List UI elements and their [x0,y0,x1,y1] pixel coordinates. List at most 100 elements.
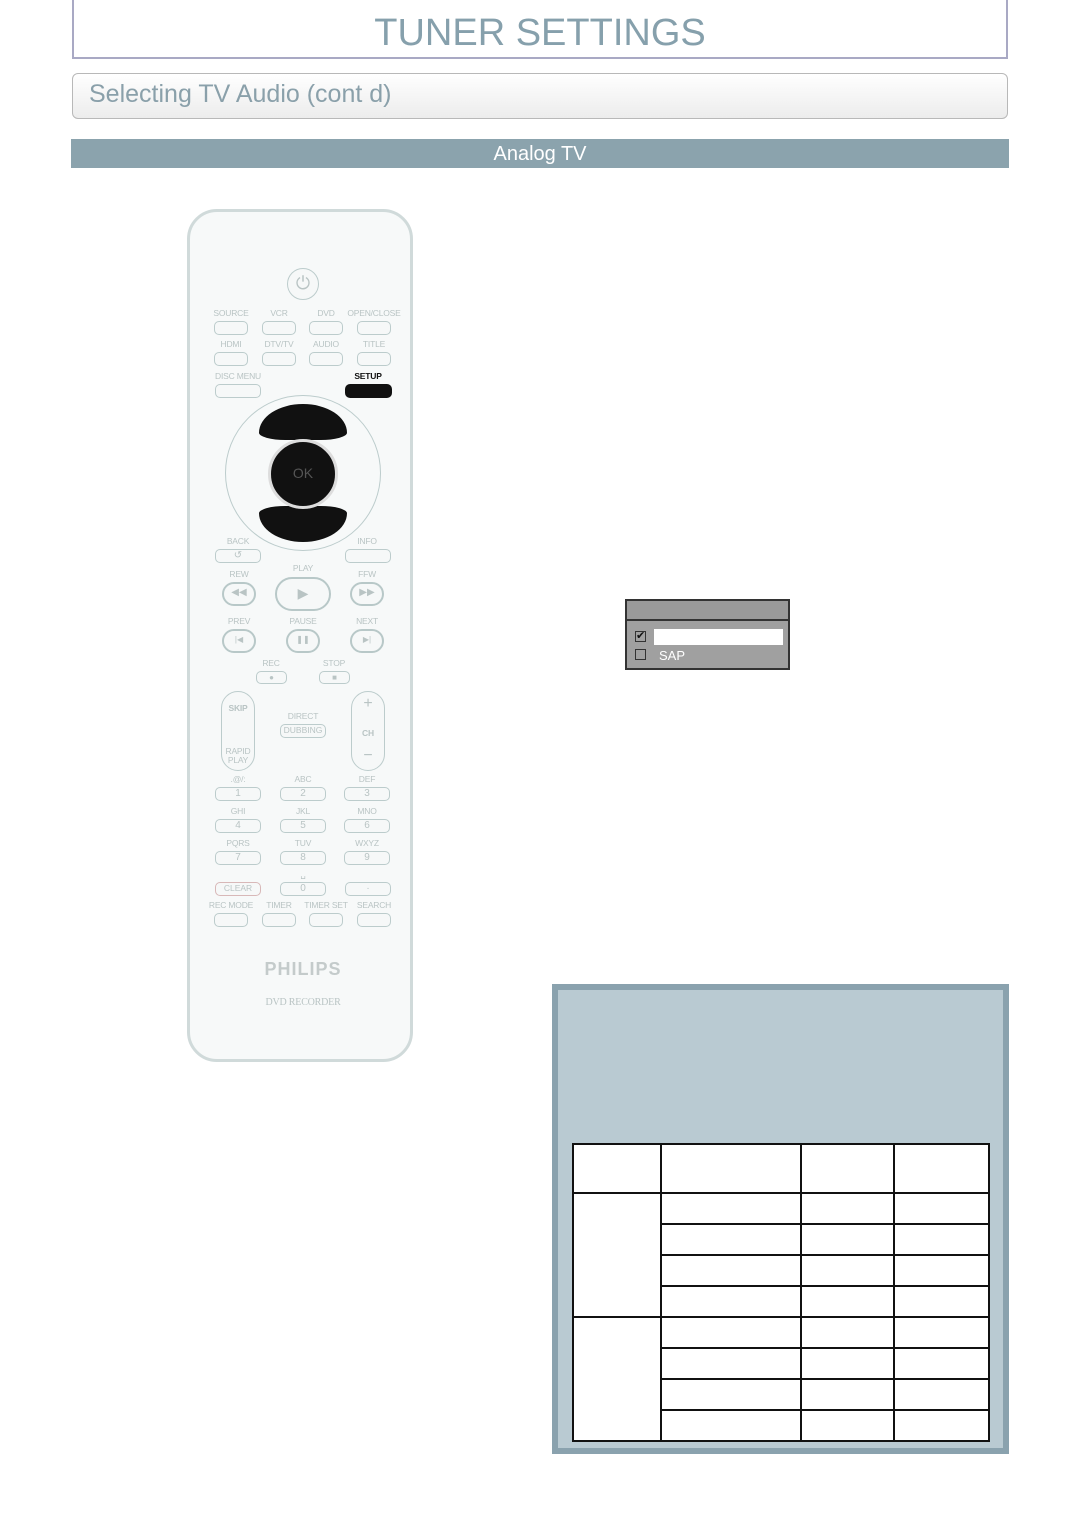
button-2[interactable] [309,321,343,335]
rew-button[interactable]: ◀◀ [222,582,256,606]
label-rec: REC [262,658,280,668]
bottom-button-2[interactable] [309,913,343,927]
space-icon: ␣ [300,869,306,879]
label-bottom-1: TIMER [266,900,292,910]
ffw-button[interactable]: ▶▶ [350,582,384,606]
table-cell [800,1192,895,1225]
clear-button[interactable]: CLEAR [215,882,261,896]
table-cell [800,1223,895,1256]
next-button[interactable]: ▶| [350,629,384,653]
back-button[interactable]: ↺ [215,549,261,563]
table-cell [800,1254,895,1287]
table-cell [572,1192,662,1318]
button-row2-1[interactable] [262,352,296,366]
info-button[interactable] [345,549,391,563]
label-direct: DIRECT [287,711,319,721]
table-cell [893,1285,990,1318]
label-play: PLAY [292,563,314,573]
bottom-button-3[interactable] [357,913,391,927]
info-panel [552,984,1009,1454]
table-cell [800,1409,895,1442]
prev-button[interactable]: |◀ [222,629,256,653]
number-9-button[interactable]: 9 [344,851,390,865]
table-cell [660,1347,802,1380]
rec-button[interactable]: ● [256,671,287,684]
label-next: NEXT [356,616,378,626]
label-keypad-8: TUV [294,838,312,848]
table-cell [800,1378,895,1411]
number-8-button[interactable]: 8 [280,851,326,865]
label-stop: STOP [322,658,346,668]
play-button[interactable]: ▶ [275,577,331,611]
button-3[interactable] [357,321,391,335]
table-cell [893,1316,990,1349]
table-cell [893,1254,990,1287]
label-row2-1: DTV/TV [264,339,294,349]
remote-control-illustration: ⏻ SOURCE HDMI VCR DTV/TV DVD AUDIO OPEN/CLOSE TI… [187,209,413,1062]
setup-button[interactable] [345,384,392,398]
number-4-button[interactable]: 4 [215,819,261,833]
section-subtitle: Selecting TV Audio (cont d) [89,80,392,108]
table-cell [660,1192,802,1225]
bottom-button-0[interactable] [214,913,248,927]
label-vcr: VCR [270,308,288,318]
number-3-button[interactable]: 3 [344,787,390,801]
checkbox-checked-icon[interactable]: ✔ [635,631,646,642]
table-cell [660,1378,802,1411]
label-keypad-9: WXYZ [355,838,379,848]
ok-button[interactable]: OK [268,439,338,509]
button-row2-3[interactable] [357,352,391,366]
pause-button[interactable]: ❚❚ [286,629,320,653]
table-cell [660,1223,802,1256]
number-7-button[interactable]: 7 [215,851,261,865]
button-row2-0[interactable] [214,352,248,366]
label-ffw: FFW [358,569,376,579]
table-cell [660,1316,802,1349]
checkbox-icon[interactable] [635,649,646,660]
audio-menu-osd: ✔ SAP [625,599,790,670]
number-1-button[interactable]: 1 [215,787,261,801]
label-rapid-play: RAPID PLAY [225,746,251,765]
title-box: TUNER SETTINGS [72,0,1008,59]
number-0-button[interactable]: 0 [280,882,326,896]
section-band: Analog TV [71,139,1009,168]
bottom-button-1[interactable] [262,913,296,927]
button-0[interactable] [214,321,248,335]
table-cell [660,1409,802,1442]
number-5-button[interactable]: 5 [280,819,326,833]
table-cell [893,1409,990,1442]
osd-option-1[interactable] [654,629,783,645]
stop-button[interactable]: ■ [319,671,350,684]
table-row [572,1143,990,1194]
label-bottom-0: REC MODE [208,900,254,910]
disc-menu-button[interactable] [215,384,261,398]
dubbing-button[interactable]: DUBBING [280,724,326,738]
table-cell [800,1347,895,1380]
table-cell [660,1143,802,1194]
table-cell [572,1143,662,1194]
label-ch: CH [362,728,374,738]
button-1[interactable] [262,321,296,335]
table-cell [660,1285,802,1318]
power-button[interactable]: ⏻ [287,268,319,300]
button-row2-2[interactable] [309,352,343,366]
label-rew: REW [229,569,249,579]
label-row2-2: AUDIO [313,339,339,349]
number-2-button[interactable]: 2 [280,787,326,801]
dot-button[interactable]: · [345,882,391,896]
ch-minus-icon: − [363,747,373,764]
label-row2-0: HDMI [220,339,242,349]
label-skip: SKIP [228,703,248,713]
label-disc-menu: DISC MENU [215,371,261,381]
table-cell [660,1254,802,1287]
label-setup: SETUP [354,371,382,381]
label-dvd: DVD [317,308,335,318]
osd-option-sap[interactable]: SAP [659,648,685,663]
label-source: SOURCE [213,308,249,318]
label-keypad-3: DEF [358,774,376,784]
label-pause: PAUSE [289,616,317,626]
label-info: INFO [357,536,377,546]
brand-logo: PHILIPS [264,959,342,979]
number-6-button[interactable]: 6 [344,819,390,833]
page-title: TUNER SETTINGS [374,12,706,54]
